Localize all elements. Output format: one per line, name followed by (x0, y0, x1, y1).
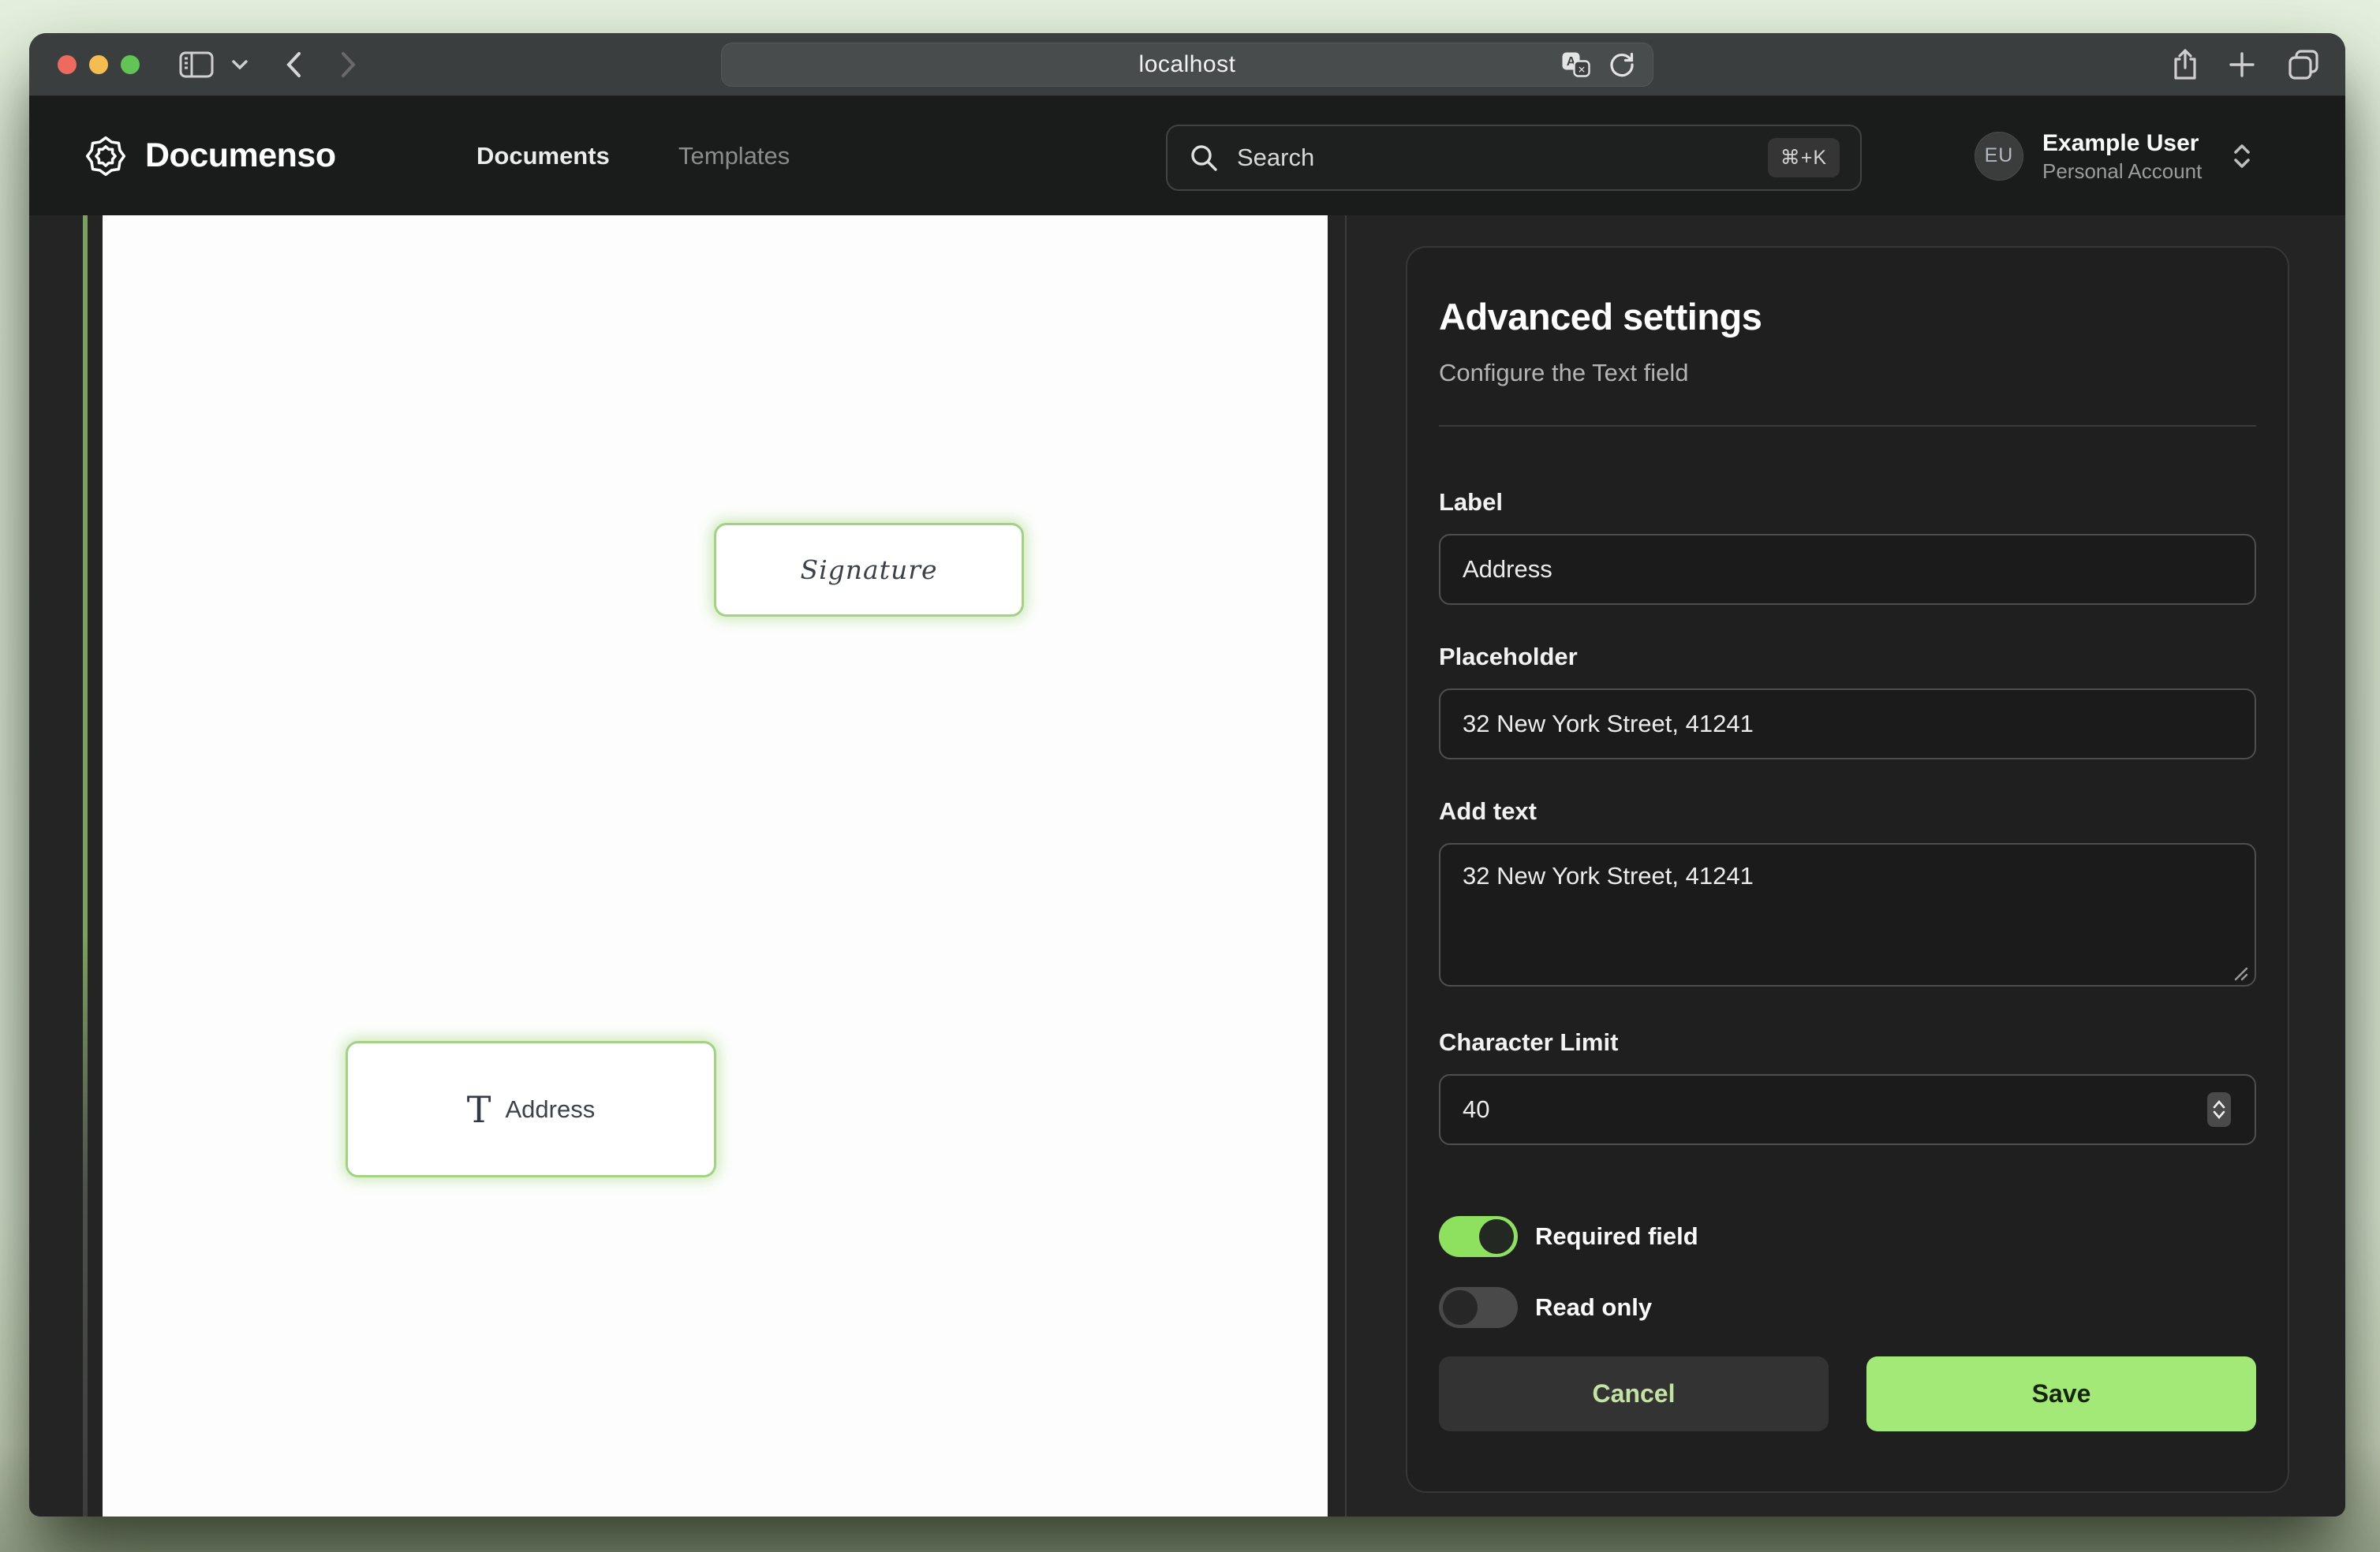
label-input[interactable] (1439, 534, 2256, 605)
add-text-field-label: Add text (1439, 797, 2256, 826)
text-type-icon: T (467, 1091, 491, 1128)
save-button[interactable]: Save (1866, 1356, 2256, 1431)
required-field-row: Required field (1439, 1216, 2256, 1257)
reload-icon[interactable] (1608, 51, 1635, 78)
sidebar-toggle-icon[interactable] (178, 33, 215, 95)
text-field-label: Address (505, 1095, 595, 1124)
avatar: EU (1975, 132, 2023, 181)
user-menu[interactable]: EU Example User Personal Account (1975, 129, 2252, 184)
read-only-label: Read only (1535, 1293, 1652, 1322)
chevron-up-down-icon (2232, 142, 2252, 170)
zoom-window-button[interactable] (121, 55, 140, 74)
traffic-lights (58, 33, 140, 95)
toggle-knob (1479, 1219, 1514, 1254)
user-account: Personal Account (2042, 159, 2202, 184)
signature-field-label: Signature (800, 554, 937, 585)
nav-templates[interactable]: Templates (678, 142, 790, 170)
number-stepper[interactable] (2207, 1092, 2231, 1127)
user-name: Example User (2042, 129, 2202, 159)
label-field-label: Label (1439, 488, 2256, 517)
app-header: Documenso Documents Templates Search ⌘+K… (29, 96, 2345, 215)
main-area: Signature T Address Advanced settings Co… (29, 215, 2345, 1517)
read-only-row: Read only (1439, 1287, 2256, 1328)
search-input[interactable]: Search ⌘+K (1166, 125, 1862, 191)
required-field-label: Required field (1535, 1222, 1698, 1251)
divider (1439, 425, 2256, 427)
close-window-button[interactable] (58, 55, 77, 74)
resize-handle-icon[interactable] (2231, 964, 2248, 981)
minimize-window-button[interactable] (89, 55, 108, 74)
new-tab-icon[interactable] (2224, 33, 2260, 95)
tab-overview-icon[interactable] (2284, 33, 2323, 95)
required-field-toggle[interactable] (1439, 1216, 1518, 1257)
svg-text:✕: ✕ (1578, 65, 1586, 76)
recipient-color-rail (83, 215, 88, 1517)
placeholder-field-label: Placeholder (1439, 643, 2256, 671)
address-bar[interactable]: localhost A ✕ (721, 43, 1653, 87)
browser-window: localhost A ✕ (29, 33, 2345, 1517)
cancel-button[interactable]: Cancel (1439, 1356, 1829, 1431)
panel-actions: Cancel Save (1439, 1356, 2256, 1431)
brand-name: Documenso (145, 136, 336, 175)
brand[interactable]: Documenso (84, 134, 336, 178)
panel-divider-line (1345, 215, 1347, 1517)
url-text: localhost (1139, 51, 1236, 78)
signature-field[interactable]: Signature (714, 523, 1024, 617)
search-icon (1188, 142, 1220, 173)
translate-icon[interactable]: A ✕ (1561, 51, 1591, 78)
browser-toolbar: localhost A ✕ (29, 33, 2345, 96)
panel-subtitle: Configure the Text field (1439, 359, 2256, 387)
forward-button-icon[interactable] (335, 33, 362, 95)
back-button-icon[interactable] (280, 33, 307, 95)
sidebar-chevron-down-icon[interactable] (228, 33, 252, 95)
character-limit-label: Character Limit (1439, 1028, 2256, 1057)
share-icon[interactable] (2167, 33, 2203, 95)
text-field[interactable]: T Address (346, 1041, 716, 1177)
nav-documents[interactable]: Documents (476, 142, 610, 170)
search-placeholder: Search (1237, 144, 1750, 172)
toggle-knob (1443, 1290, 1478, 1325)
screen: localhost A ✕ (0, 0, 2380, 1552)
document-page: Signature T Address (103, 215, 1328, 1517)
placeholder-input[interactable] (1439, 688, 2256, 759)
address-bar-icons: A ✕ (1561, 43, 1635, 86)
advanced-settings-panel: Advanced settings Configure the Text fie… (1406, 246, 2289, 1493)
documenso-logo-icon (84, 134, 128, 178)
search-shortcut-badge: ⌘+K (1768, 138, 1840, 177)
add-text-textarea[interactable] (1439, 843, 2256, 987)
read-only-toggle[interactable] (1439, 1287, 1518, 1328)
character-limit-input[interactable] (1439, 1074, 2256, 1145)
panel-title: Advanced settings (1439, 295, 2256, 338)
